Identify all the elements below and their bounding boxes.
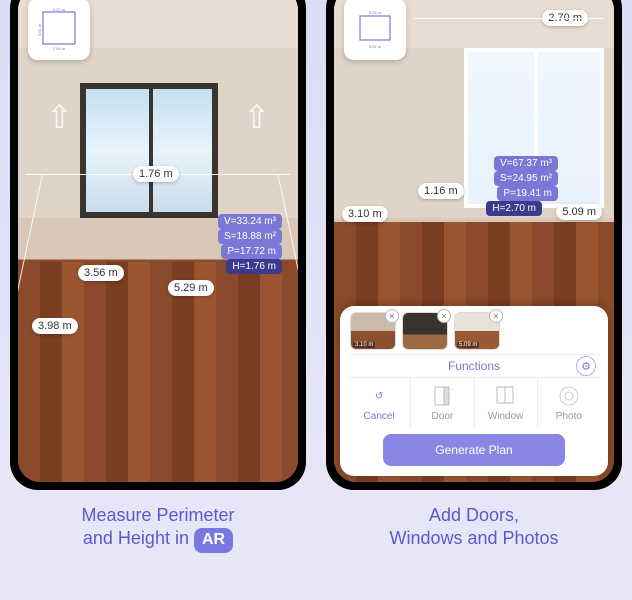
panel-add: 5.08 m 4.91 m 2.70 m 1.16 m 3.10 m 5.09 … — [316, 0, 632, 600]
door-button[interactable]: + Door — [411, 378, 474, 428]
functions-card: 3.10 m × × 5.09 m × Functions ⚙ — [340, 306, 608, 476]
thumb[interactable]: 3.10 m × — [350, 312, 396, 350]
close-icon[interactable]: × — [385, 309, 399, 323]
svg-text:+: + — [515, 385, 517, 394]
generate-plan-button[interactable]: Generate Plan — [383, 434, 564, 466]
ar-screen[interactable]: 5.22 m 3.61 m 2.04 m ⇧ ⇧ 1.76 m V=33.24 … — [18, 0, 298, 482]
stat-height: H=2.70 m — [486, 201, 542, 216]
door-icon: + — [430, 384, 454, 408]
caption: Add Doors, Windows and Photos — [389, 504, 558, 551]
undo-icon: ↺ — [367, 384, 391, 408]
stat-perimeter: P=17.72 m — [221, 244, 282, 259]
stat-height: H=1.76 m — [226, 259, 282, 274]
stat-volume: V=67.37 m³ — [494, 156, 558, 171]
thumb[interactable]: 5.09 m × — [454, 312, 500, 350]
ar-badge: AR — [194, 528, 233, 553]
svg-text:3.61 m: 3.61 m — [37, 23, 42, 36]
cancel-button[interactable]: ↺ Cancel — [348, 378, 411, 428]
stat-area: S=24.95 m² — [494, 171, 558, 186]
svg-text:5.22 m: 5.22 m — [53, 7, 66, 12]
camera-icon — [557, 384, 581, 408]
ar-screen[interactable]: 5.08 m 4.91 m 2.70 m 1.16 m 3.10 m 5.09 … — [334, 0, 614, 482]
stat-volume: V=33.24 m³ — [218, 214, 282, 229]
dim-b: 5.29 m — [168, 280, 214, 296]
svg-text:5.08 m: 5.08 m — [369, 10, 382, 15]
up-arrow-icon: ⇧ — [46, 98, 73, 136]
panel-measure: 5.22 m 3.61 m 2.04 m ⇧ ⇧ 1.76 m V=33.24 … — [0, 0, 316, 600]
gear-icon[interactable]: ⚙ — [576, 356, 596, 376]
phone-frame: 5.08 m 4.91 m 2.70 m 1.16 m 3.10 m 5.09 … — [326, 0, 622, 490]
functions-header: Functions ⚙ — [348, 354, 600, 378]
caption: Measure Perimeter and Height in AR — [81, 504, 234, 553]
svg-text:2.04 m: 2.04 m — [53, 46, 66, 51]
minimap[interactable]: 5.22 m 3.61 m 2.04 m — [28, 0, 90, 60]
stat-perimeter: P=19.41 m — [497, 186, 558, 201]
window-button[interactable]: + Window — [475, 378, 538, 428]
thumbnails: 3.10 m × × 5.09 m × — [348, 312, 600, 350]
sliding-door — [80, 83, 218, 218]
window-icon: + — [494, 384, 518, 408]
stat-area: S=18.88 m² — [218, 229, 282, 244]
svg-text:+: + — [451, 385, 453, 394]
right-label: 5.09 m — [556, 204, 602, 220]
minimap[interactable]: 5.08 m 4.91 m — [344, 0, 406, 60]
phone-frame: 5.22 m 3.61 m 2.04 m ⇧ ⇧ 1.76 m V=33.24 … — [10, 0, 306, 490]
left-label: 3.10 m — [342, 206, 388, 222]
close-icon[interactable]: × — [437, 309, 451, 323]
svg-text:4.91 m: 4.91 m — [369, 44, 382, 49]
dim-a: 3.56 m — [78, 265, 124, 281]
photo-button[interactable]: Photo — [538, 378, 600, 428]
dim-c: 3.98 m — [32, 318, 78, 334]
mid-label: 1.16 m — [418, 183, 464, 199]
width-label: 1.76 m — [133, 166, 179, 182]
thumb[interactable]: × — [402, 312, 448, 350]
up-arrow-icon: ⇧ — [243, 98, 270, 136]
close-icon[interactable]: × — [489, 309, 503, 323]
